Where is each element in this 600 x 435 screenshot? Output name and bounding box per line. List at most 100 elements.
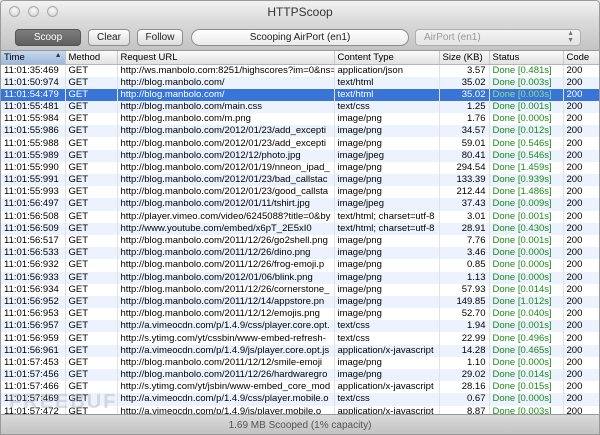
follow-button[interactable]: Follow xyxy=(137,29,183,46)
cell-content-type: image/png xyxy=(334,356,440,369)
cell-time: 11:01:56:959 xyxy=(1,332,66,345)
table-row[interactable]: 11:01:55:984 GET http://blog.manbolo.com/m… xyxy=(1,113,599,126)
cell-method: GET xyxy=(65,210,118,223)
scoop-button[interactable]: Scoop xyxy=(15,29,81,46)
cell-method: GET xyxy=(65,356,118,369)
table-row[interactable]: 11:01:56:517 GET http://blog.manbolo.com/2… xyxy=(1,234,599,248)
column-header-method[interactable]: Method xyxy=(65,51,118,65)
table-row[interactable]: 11:01:50:974 GET http://blog.manbolo.com/t… xyxy=(1,76,599,89)
title-bar: HTTPScoop xyxy=(1,1,599,23)
cell-time: 11:01:55:986 xyxy=(1,125,66,138)
column-header-time[interactable]: Time ▲ xyxy=(1,51,66,65)
requests-table-container[interactable]: Time ▲ Method Request URL Content Type Size (… xyxy=(1,51,599,414)
table-row[interactable]: 11:01:55:989 GET http://blog.manbolo.com/2… xyxy=(1,149,599,162)
table-row[interactable]: 11:01:55:986 GET http://blog.manbolo.com/2… xyxy=(1,125,599,138)
cell-status: Done [0.546s] xyxy=(489,137,564,150)
cell-content-type: application/x-javascript xyxy=(334,405,440,414)
cell-url: http://blog.manbolo.com/2012/01/06/blink… xyxy=(117,271,335,284)
cell-status: Done [0.000s] xyxy=(489,356,564,369)
cell-content-type: image/jpeg xyxy=(334,198,440,211)
table-row[interactable]: 11:01:56:508 GET http://player.vimeo.com/v… xyxy=(1,210,599,223)
cell-size: 35.02 xyxy=(439,76,490,89)
requests-table: Time ▲ Method Request URL Content Type Size (… xyxy=(1,51,599,414)
table-row[interactable]: 11:01:55:993 GET http://blog.manbolo.com/2… xyxy=(1,186,599,199)
table-row[interactable]: 11:01:54:479 GET http://blog.manbolo.com/t… xyxy=(1,88,599,101)
cell-content-type: text/css xyxy=(334,320,440,333)
table-row[interactable]: 11:01:56:953 GET http://blog.manbolo.com/2… xyxy=(1,308,599,321)
table-row[interactable]: 11:01:56:961 GET http://a.vimeocdn.com/p/1… xyxy=(1,344,599,357)
cell-time: 11:01:55:990 xyxy=(1,161,66,174)
cell-size: 8.87 xyxy=(439,405,490,414)
cell-size: 3.01 xyxy=(439,210,490,223)
cell-size: 0.67 xyxy=(439,393,490,406)
column-header-status[interactable]: Status xyxy=(489,51,564,65)
cell-method: GET xyxy=(65,76,118,89)
cell-status: Done [0.939s] xyxy=(489,174,564,187)
cell-time: 11:01:57:456 xyxy=(1,369,66,382)
interface-select[interactable]: AirPort (en1) ▲ ▼ xyxy=(415,29,581,46)
table-row[interactable]: 11:01:55:991 GET http://blog.manbolo.com/2… xyxy=(1,174,599,187)
table-row[interactable]: 11:01:55:988 GET http://blog.manbolo.com/2… xyxy=(1,137,599,150)
cell-size: 35.02 xyxy=(439,88,490,101)
interface-select-value: AirPort (en1) xyxy=(424,32,481,43)
cell-content-type: image/png xyxy=(334,186,440,199)
table-row[interactable]: 11:01:35:469 GET http://ws.manbolo.com:825… xyxy=(1,64,599,77)
cell-content-type: image/png xyxy=(334,137,440,150)
column-header-content-type[interactable]: Content Type xyxy=(334,51,440,65)
cell-status: Done [0.000s] xyxy=(489,113,564,126)
table-row[interactable]: 11:01:56:952 GET http://blog.manbolo.com/2… xyxy=(1,295,599,309)
table-row[interactable]: 11:01:56:932 GET http://blog.manbolo.com/2… xyxy=(1,259,599,272)
cell-size: 80.41 xyxy=(439,149,490,162)
cell-status: Done [0.040s] xyxy=(489,308,564,321)
cell-method: GET xyxy=(65,113,118,126)
cell-method: GET xyxy=(65,344,118,357)
cell-status: Done [0.003s] xyxy=(489,405,564,414)
cell-time: 11:01:56:933 xyxy=(1,271,66,284)
cell-url: http://blog.manbolo.com/2011/12/26/dino.… xyxy=(117,247,335,260)
table-row[interactable]: 11:01:57:456 GET http://blog.manbolo.com/2… xyxy=(1,369,599,382)
table-row[interactable]: 11:01:57:453 GET http://blog.manbolo.com/2… xyxy=(1,356,599,369)
cell-method: GET xyxy=(65,125,118,138)
cell-url: http://blog.manbolo.com/2012/01/19/nneon… xyxy=(117,161,335,174)
cell-size: 1.76 xyxy=(439,113,490,126)
cell-size: 212.44 xyxy=(439,186,490,199)
table-row[interactable]: 11:01:56:959 GET http://s.ytimg.com/yt/css… xyxy=(1,332,599,345)
cell-status: Done [0.000s] xyxy=(489,271,564,284)
table-row[interactable]: 11:01:56:933 GET http://blog.manbolo.com/2… xyxy=(1,271,599,284)
cell-status: Done [0.430s] xyxy=(489,222,564,235)
cell-method: GET xyxy=(65,259,118,272)
table-row[interactable]: 11:01:56:509 GET http://www.youtube.com/em… xyxy=(1,222,599,235)
cell-url: http://blog.manbolo.com/2011/12/26/hardw… xyxy=(117,369,335,382)
cell-status: Done [0.001s] xyxy=(489,234,564,248)
table-row[interactable]: 11:01:55:990 GET http://blog.manbolo.com/2… xyxy=(1,161,599,174)
table-row[interactable]: 11:01:55:481 GET http://blog.manbolo.com/m… xyxy=(1,100,599,114)
cell-content-type: image/png xyxy=(334,271,440,284)
clear-button[interactable]: Clear xyxy=(88,29,130,46)
cell-size: 52.70 xyxy=(439,308,490,321)
column-header-code[interactable]: Code xyxy=(563,51,599,65)
cell-method: GET xyxy=(65,161,118,174)
table-row[interactable]: 11:01:56:957 GET http://a.vimeocdn.com/p/1… xyxy=(1,320,599,333)
cell-url: http://blog.manbolo.com/ xyxy=(117,76,335,89)
cell-time: 11:01:55:984 xyxy=(1,113,66,126)
cell-content-type: application/json xyxy=(334,64,440,77)
capacity-status-text: 1.69 MB Scooped (1% capacity) xyxy=(228,420,372,431)
column-header-size-kb[interactable]: Size (KB) xyxy=(439,51,490,65)
cell-code: 200 xyxy=(563,64,599,77)
table-row[interactable]: 11:01:56:497 GET http://blog.manbolo.com/2… xyxy=(1,198,599,211)
cell-time: 11:01:56:509 xyxy=(1,222,66,235)
cell-url: http://blog.manbolo.com/2011/12/26/go2sh… xyxy=(117,234,335,248)
table-row[interactable]: 11:01:56:934 GET http://blog.manbolo.com/2… xyxy=(1,283,599,296)
cell-content-type: image/jpeg xyxy=(334,149,440,162)
column-header-request-url[interactable]: Request URL xyxy=(117,51,335,65)
cell-url: http://a.vimeocdn.com/p/1.4.9/js/player.… xyxy=(117,405,335,414)
cell-code: 200 xyxy=(563,356,599,369)
cell-content-type: image/png xyxy=(334,113,440,126)
column-header-label: Time xyxy=(4,51,25,63)
cell-url: http://blog.manbolo.com/2011/12/26/frog-… xyxy=(117,259,335,272)
cell-time: 11:01:56:932 xyxy=(1,259,66,272)
cell-status: Done [0.001s] xyxy=(489,100,564,114)
table-row[interactable]: 11:01:56:533 GET http://blog.manbolo.com/2… xyxy=(1,247,599,260)
column-header-label: Method xyxy=(68,51,101,63)
cell-code: 200 xyxy=(563,259,599,272)
